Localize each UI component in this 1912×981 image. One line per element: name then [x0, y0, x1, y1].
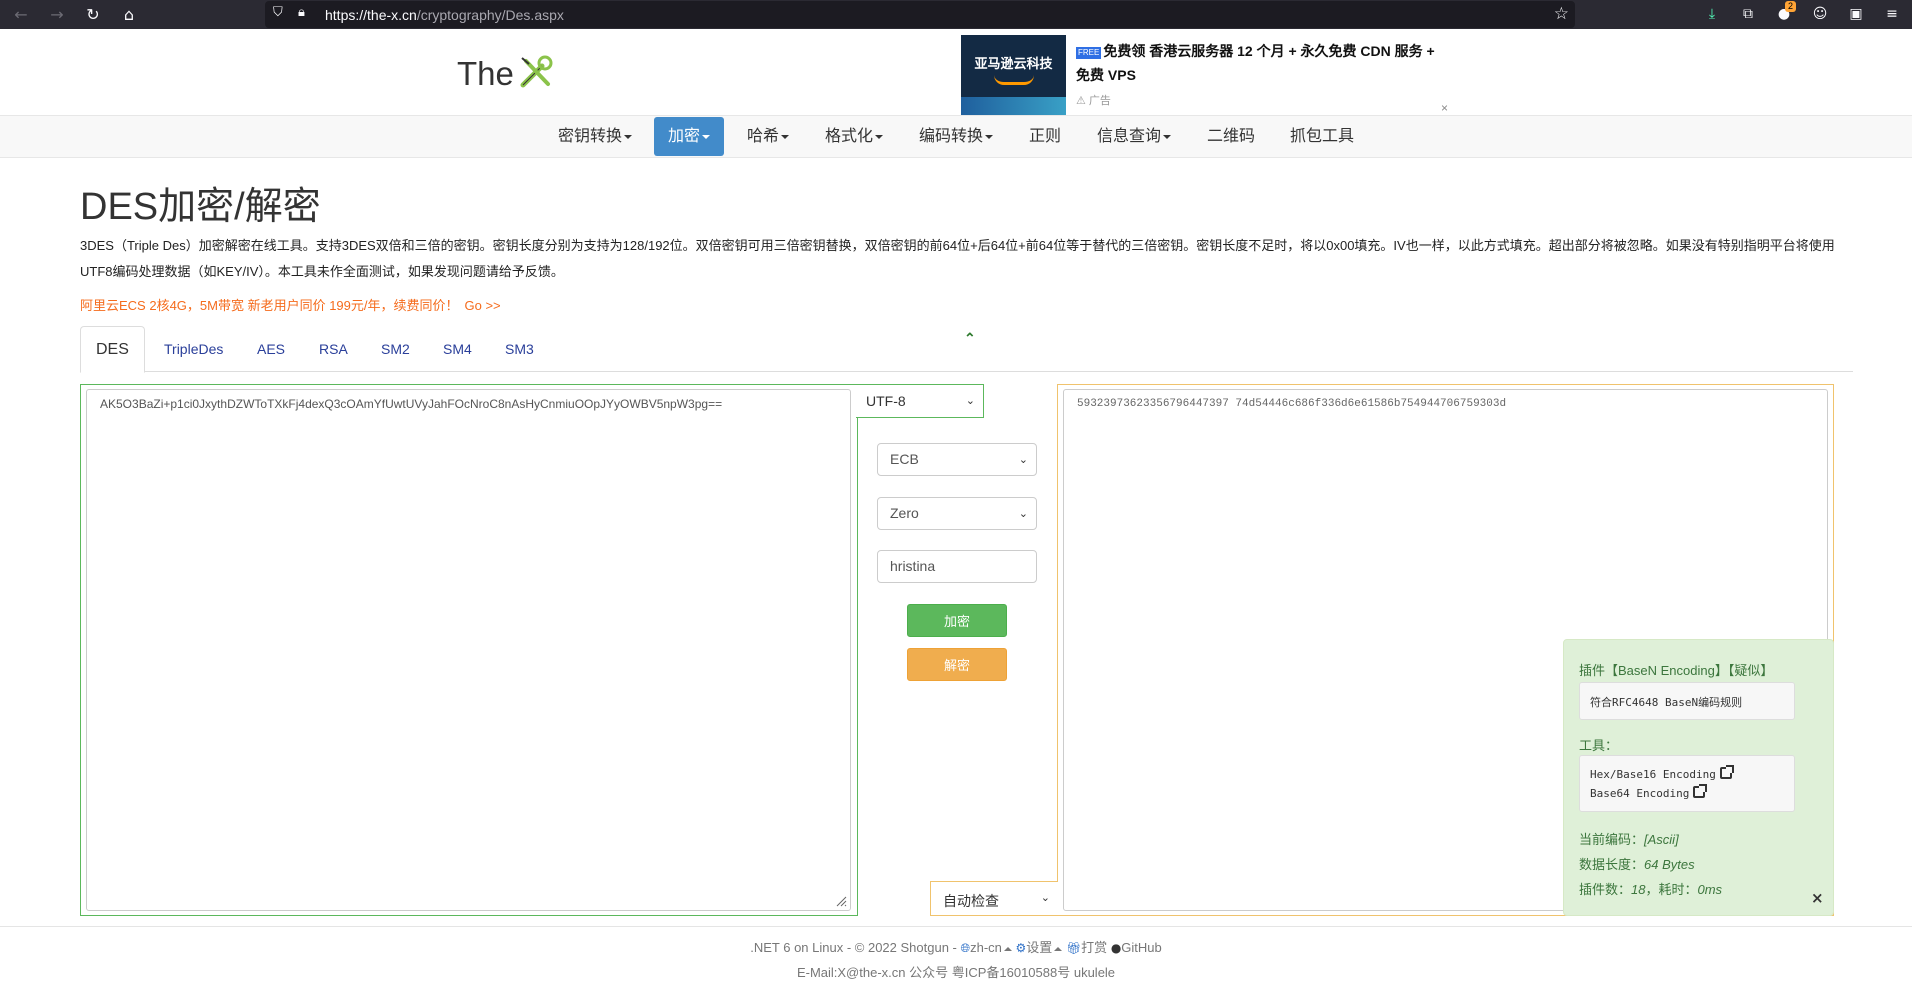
extensions-icon[interactable]: ⧉ [1738, 4, 1758, 24]
chevron-down-icon: ⌄ [965, 394, 975, 407]
chevron-up-icon[interactable]: ⌃ [964, 330, 976, 347]
promo-banner[interactable]: 阿里云ECS 2核4G，5M带宽 新老用户同价 199元/年，续费同价！ Go >… [80, 295, 501, 314]
forward-arrow-icon[interactable]: → [46, 4, 68, 26]
tab-sm3[interactable]: SM3 [490, 326, 549, 372]
profile-avatar-icon[interactable]: ☺ [1810, 4, 1830, 24]
current-encoding: 当前编码：[Ascii] [1579, 832, 1679, 847]
tab-rsa[interactable]: RSA [304, 326, 363, 372]
tools-logo-icon [520, 55, 553, 88]
external-link-icon[interactable] [1693, 784, 1708, 798]
chevron-down-icon: ⌄ [1040, 891, 1050, 904]
reload-icon[interactable]: ↻ [82, 4, 104, 26]
nav-item-capture-tools[interactable]: 抓包工具 [1276, 116, 1368, 157]
tab-aes[interactable]: AES [242, 326, 300, 372]
nav-item-encoding[interactable]: 编码转换 [905, 116, 1007, 157]
url-text[interactable]: https://the-x.cn/cryptography/Des.aspx [325, 7, 564, 23]
promo-go-link[interactable]: Go >> [465, 298, 501, 313]
main-navbar: 密钥转换 加密 哈希 格式化 编码转换 正则 信息查询 二维码 抓包工具 [0, 115, 1912, 158]
caret-down-icon [985, 134, 994, 139]
github-link[interactable]: GitHub [1121, 940, 1161, 955]
browser-toolbar: ← → ↻ ⌂ ⛉ 🔒︎ https://the-x.cn/cryptograp… [0, 0, 1912, 29]
ad-image[interactable]: 亚马逊云科技 [961, 35, 1066, 115]
padding-select[interactable]: Zero ⌄ [877, 497, 1037, 530]
gear-icon: ⚙ [1015, 941, 1027, 955]
encrypt-button[interactable]: 加密 [907, 604, 1007, 637]
caret-down-icon [781, 134, 790, 139]
page-title: DES加密/解密 [80, 186, 321, 228]
site-header: The 亚马逊云科技 FREE 免费领 香港云服务器 12 个月 + 永久免费 C… [0, 29, 1912, 115]
page-description: 3DES（Triple Des）加密解密在线工具。支持3DES双倍和三倍的密钥。… [80, 238, 1835, 279]
plugin-tools: Hex/Base16 Encoding Base64 Encoding [1579, 755, 1795, 812]
home-icon[interactable]: ⌂ [118, 4, 140, 26]
globe-icon: 🌐︎ [960, 941, 971, 955]
tab-tripledes[interactable]: TripleDes [149, 326, 238, 372]
site-logo[interactable]: The [457, 55, 554, 93]
language-link[interactable]: zh-cn [970, 940, 1002, 955]
download-icon[interactable]: ⤓ [1702, 4, 1722, 24]
nav-item-key-conversion[interactable]: 密钥转换 [544, 116, 646, 157]
mode-select[interactable]: ECB ⌄ [877, 443, 1037, 476]
ad-close-icon[interactable]: × [1441, 101, 1448, 115]
nav-item-hash[interactable]: 哈希 [733, 116, 803, 157]
input-textarea[interactable] [86, 389, 851, 911]
plugin-rule: 符合RFC4648 BaseN编码规则 [1579, 682, 1795, 720]
caret-down-icon [1163, 134, 1172, 139]
caret-down-icon [875, 134, 884, 139]
nav-item-format[interactable]: 格式化 [811, 116, 897, 157]
decrypt-button[interactable]: 解密 [907, 648, 1007, 681]
extension-badge: 2 [1785, 1, 1797, 12]
input-encoding-select[interactable]: UTF-8 ⌄ [856, 384, 984, 418]
ad-banner[interactable]: 亚马逊云科技 FREE 免费领 香港云服务器 12 个月 + 永久免费 CDN 服… [961, 35, 1456, 115]
tab-sm2[interactable]: SM2 [366, 326, 425, 372]
nav-item-encryption[interactable]: 加密 [654, 117, 725, 156]
settings-link[interactable]: 设置 [1026, 940, 1052, 955]
footer-line2: E-Mail:X@the-x.cn 公众号 粤ICP备16010588号 uku… [796, 965, 1116, 980]
footer-line1: .NET 6 on Linux - © 2022 Shotgun - 🌐︎zh-… [750, 940, 1162, 955]
chevron-down-icon: ⌄ [1018, 453, 1028, 466]
tool-link-hex[interactable]: Hex/Base16 Encoding [1590, 765, 1784, 784]
plugin-title: 插件【BaseN Encoding】【疑似】 [1579, 663, 1774, 678]
back-arrow-icon[interactable]: ← [10, 4, 32, 26]
resize-grip-icon[interactable] [835, 895, 847, 907]
ad-headline[interactable]: FREE 免费领 香港云服务器 12 个月 + 永久免费 CDN 服务 + 免费 … [1076, 39, 1446, 87]
plugin-count: 插件数：18，耗时：0ms [1579, 882, 1723, 897]
gift-icon: 🎁︎ [1065, 941, 1082, 955]
tool-link-base64[interactable]: Base64 Encoding [1590, 784, 1784, 803]
shield-icon[interactable]: ⛉ [273, 5, 287, 23]
tab-sm4[interactable]: SM4 [428, 326, 487, 372]
free-tag: FREE [1076, 47, 1102, 59]
menu-icon[interactable]: ≡ [1882, 4, 1902, 24]
external-link-icon[interactable] [1719, 765, 1734, 779]
tools-label: 工具： [1579, 738, 1619, 753]
output-encoding-select[interactable]: 自动检查 ⌄ [930, 881, 1058, 916]
output-text: 59323973623356796447397 74d54446c686f336… [1077, 398, 1507, 410]
caret-down-icon [702, 134, 711, 139]
caret-down-icon [624, 134, 633, 139]
nav-item-regex[interactable]: 正则 [1015, 116, 1075, 157]
plugin-close-icon[interactable]: × [1811, 889, 1824, 907]
amazon-smile-icon [993, 75, 1034, 85]
input-text: AK5O3BaZi+p1ci0JxythDZWToTXkFj4dexQ3cOAm… [100, 397, 723, 411]
address-bar[interactable]: ⛉ 🔒︎ https://the-x.cn/cryptography/Des.a… [265, 1, 1575, 28]
nav-item-qrcode[interactable]: 二维码 [1193, 116, 1269, 157]
caret-up-icon [1054, 946, 1063, 951]
lock-icon[interactable]: 🔒︎ [298, 5, 305, 20]
bookmark-star-icon[interactable]: ☆ [1554, 4, 1569, 24]
github-icon: ● [1110, 941, 1122, 955]
tab-des[interactable]: DES [80, 326, 145, 373]
nav-item-info-query[interactable]: 信息查询 [1083, 116, 1185, 157]
donate-link[interactable]: 打赏 [1081, 940, 1107, 955]
chevron-down-icon: ⌄ [1018, 507, 1028, 520]
extension-mask-icon[interactable]: ▣ [1846, 4, 1866, 24]
caret-up-icon [1003, 946, 1012, 951]
data-length: 数据长度：64 Bytes [1579, 857, 1695, 872]
key-input[interactable]: hristina [877, 550, 1037, 583]
ad-label: ⚠︎ 广告 [1076, 95, 1111, 107]
